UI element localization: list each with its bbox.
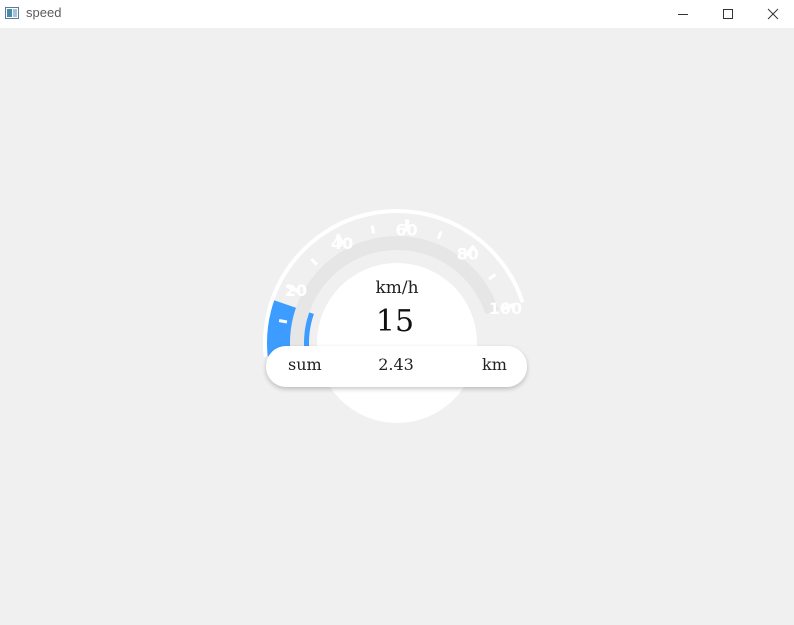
speed-value: 15 [375, 304, 415, 339]
gauge-minor-tick [370, 225, 376, 234]
gauge-tick-label-80: 80 [457, 245, 479, 264]
gauge-minor-tick [278, 319, 288, 324]
odometer-label: sum [288, 355, 322, 374]
gauge-tick-label-60: 60 [395, 220, 417, 239]
gauge-tick-label-40: 40 [331, 234, 353, 253]
speed-unit-label: km/h [375, 278, 419, 298]
gauge-tick-label-100: 100 [489, 299, 522, 318]
gauge-minor-tick [436, 230, 443, 240]
gauge-minor-tick [310, 257, 319, 266]
odometer-unit: km [482, 355, 507, 374]
odometer-panel: sum 2.43 km [266, 346, 527, 387]
odometer-value: 2.43 [378, 355, 414, 374]
gauge-tick-label-20: 20 [285, 281, 307, 300]
gauge-minor-tick [488, 273, 497, 281]
